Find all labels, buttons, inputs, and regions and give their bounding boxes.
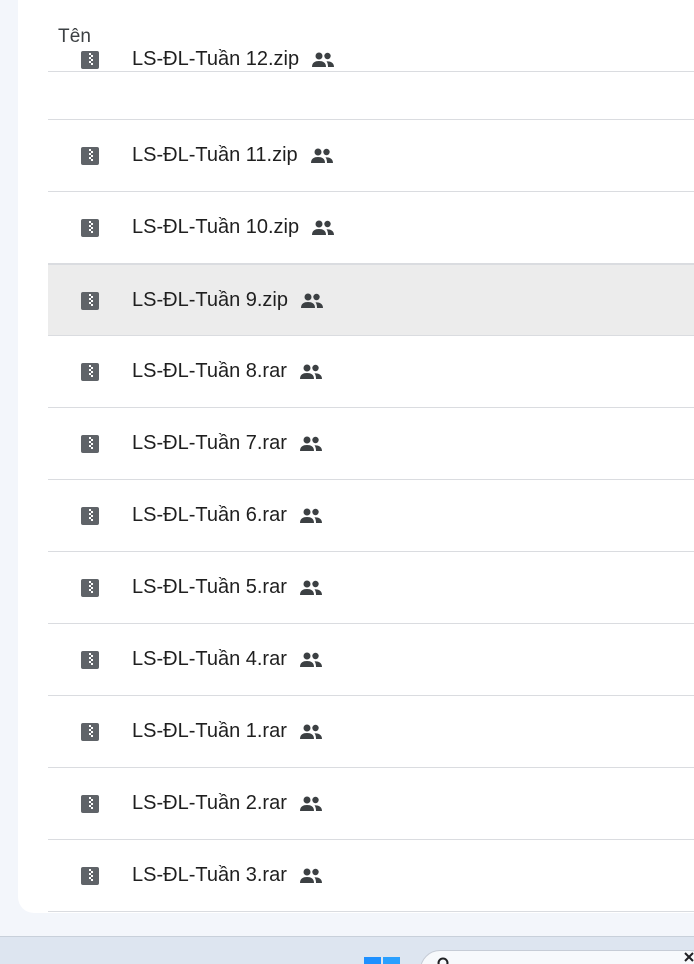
- file-name[interactable]: LS-ĐL-Tuần 7.rar: [132, 432, 323, 455]
- file-row[interactable]: LS-ĐL-Tuần 5.rar: [48, 552, 694, 624]
- file-name-label: LS-ĐL-Tuần 2.rar: [132, 792, 287, 814]
- file-row[interactable]: LS-ĐL-Tuần 7.rar: [48, 408, 694, 480]
- file-name-label: LS-ĐL-Tuần 10.zip: [132, 216, 300, 238]
- search-icon: [437, 957, 449, 964]
- shared-people-icon: [312, 220, 335, 235]
- file-name[interactable]: LS-ĐL-Tuần 2.rar: [132, 792, 323, 815]
- drive-window: Tên LS-ĐL-Tuần 12.zip LS-ĐL-Tuần 11.zip LS…: [0, 0, 694, 964]
- file-name[interactable]: LS-ĐL-Tuần 9.zip: [132, 289, 324, 312]
- shared-people-icon: [299, 508, 322, 523]
- taskbar-search-box[interactable]: [420, 950, 694, 964]
- taskbar: [0, 936, 694, 964]
- shared-people-icon: [299, 436, 322, 451]
- file-name-label: LS-ĐL-Tuần 8.rar: [132, 360, 287, 382]
- file-row[interactable]: LS-ĐL-Tuần 12.zip: [48, 48, 694, 120]
- file-name[interactable]: LS-ĐL-Tuần 11.zip: [132, 144, 334, 167]
- file-name[interactable]: LS-ĐL-Tuần 8.rar: [132, 360, 323, 383]
- file-name[interactable]: LS-ĐL-Tuần 12.zip: [132, 48, 335, 71]
- file-row[interactable]: LS-ĐL-Tuần 1.rar: [48, 696, 694, 768]
- shared-people-icon: [299, 796, 322, 811]
- shared-people-icon: [299, 724, 322, 739]
- file-row[interactable]: LS-ĐL-Tuần 2.rar: [48, 768, 694, 840]
- archive-file-icon: [81, 507, 99, 525]
- name-column-header[interactable]: Tên: [58, 26, 91, 48]
- archive-file-icon: [81, 219, 99, 237]
- file-name[interactable]: LS-ĐL-Tuần 4.rar: [132, 648, 323, 671]
- shared-people-icon: [299, 364, 322, 379]
- file-row[interactable]: LS-ĐL-Tuần 4.rar: [48, 624, 694, 696]
- windows-start-icon[interactable]: [364, 957, 400, 964]
- archive-file-icon: [81, 363, 99, 381]
- file-name-label: LS-ĐL-Tuần 6.rar: [132, 504, 287, 526]
- archive-file-icon: [81, 651, 99, 669]
- archive-file-icon: [81, 795, 99, 813]
- file-row[interactable]: LS-ĐL-Tuần 10.zip: [48, 192, 694, 264]
- file-name-label: LS-ĐL-Tuần 12.zip: [132, 48, 300, 70]
- archive-file-icon: [81, 579, 99, 597]
- file-name-label: LS-ĐL-Tuần 9.zip: [132, 289, 288, 311]
- file-list-panel: Tên LS-ĐL-Tuần 12.zip LS-ĐL-Tuần 11.zip LS…: [18, 0, 694, 913]
- file-row[interactable]: LS-ĐL-Tuần 8.rar: [48, 336, 694, 408]
- file-name-label: LS-ĐL-Tuần 7.rar: [132, 432, 287, 454]
- archive-file-icon: [81, 51, 99, 69]
- file-row[interactable]: LS-ĐL-Tuần 3.rar: [48, 840, 694, 912]
- file-name-label: LS-ĐL-Tuần 4.rar: [132, 648, 287, 670]
- file-name[interactable]: LS-ĐL-Tuần 1.rar: [132, 720, 323, 743]
- archive-file-icon: [81, 435, 99, 453]
- archive-file-icon: [81, 867, 99, 885]
- file-row[interactable]: LS-ĐL-Tuần 6.rar: [48, 480, 694, 552]
- archive-file-icon: [81, 147, 99, 165]
- file-name-label: LS-ĐL-Tuần 1.rar: [132, 720, 287, 742]
- shared-people-icon: [299, 580, 322, 595]
- shared-people-icon: [299, 868, 322, 883]
- shared-people-icon: [301, 293, 323, 308]
- shared-people-icon: [299, 652, 322, 667]
- archive-file-icon: [81, 723, 99, 741]
- shared-people-icon: [312, 52, 335, 67]
- file-list: LS-ĐL-Tuần 12.zip LS-ĐL-Tuần 11.zip LS-ĐL-…: [48, 48, 694, 912]
- file-name-label: LS-ĐL-Tuần 3.rar: [132, 864, 287, 886]
- file-name[interactable]: LS-ĐL-Tuần 6.rar: [132, 504, 323, 527]
- file-row[interactable]: LS-ĐL-Tuần 11.zip: [48, 120, 694, 192]
- file-name-label: LS-ĐL-Tuần 5.rar: [132, 576, 287, 598]
- archive-file-icon: [81, 292, 99, 310]
- tray-icon[interactable]: [683, 951, 694, 964]
- file-row[interactable]: LS-ĐL-Tuần 9.zip: [48, 264, 694, 336]
- file-name-label: LS-ĐL-Tuần 11.zip: [132, 144, 298, 166]
- file-name[interactable]: LS-ĐL-Tuần 5.rar: [132, 576, 323, 599]
- file-name[interactable]: LS-ĐL-Tuần 10.zip: [132, 216, 335, 239]
- shared-people-icon: [310, 148, 333, 163]
- file-name[interactable]: LS-ĐL-Tuần 3.rar: [132, 864, 323, 887]
